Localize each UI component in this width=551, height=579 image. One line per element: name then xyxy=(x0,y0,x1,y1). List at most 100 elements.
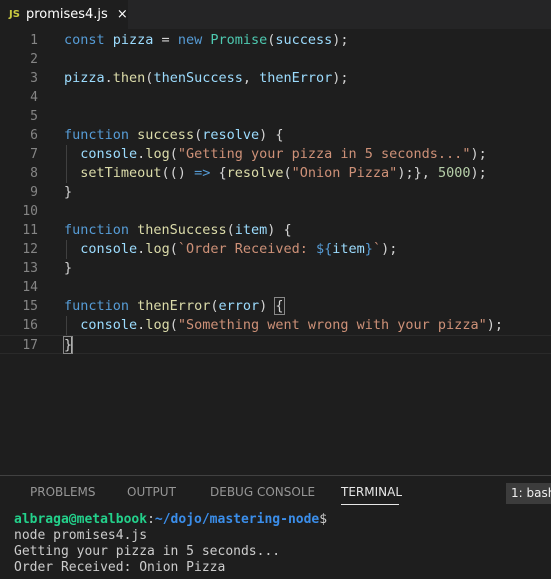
code-token: console xyxy=(80,146,138,162)
close-icon[interactable]: × xyxy=(117,7,128,22)
code-token: Promise xyxy=(210,32,268,48)
code-token: ` xyxy=(372,241,382,257)
code-token: ( xyxy=(226,222,235,238)
code-line[interactable]: 7 console.log("Getting your pizza in 5 s… xyxy=(0,145,551,164)
code-token: ${ xyxy=(316,241,333,257)
terminal-select[interactable]: 1: bash xyxy=(506,483,551,504)
tab-promises4-js[interactable]: JS promises4.js × xyxy=(0,0,128,29)
code-token: item xyxy=(332,241,365,257)
code-token: ( xyxy=(169,241,178,257)
code-line[interactable]: 3 pizza.then(thenSuccess, thenError); xyxy=(0,69,551,88)
code-line[interactable]: 2 xyxy=(0,50,551,69)
code-token: (() xyxy=(161,165,195,181)
code-token: ( xyxy=(169,317,178,333)
panel-tab-bar: PROBLEMS OUTPUT DEBUG CONSOLE TERMINAL 1… xyxy=(0,476,551,508)
code-token: error xyxy=(218,298,260,314)
code-token: log xyxy=(145,146,170,162)
line-number: 6 xyxy=(30,128,38,143)
code-line[interactable]: 9} xyxy=(0,183,551,202)
line-number: 15 xyxy=(22,299,38,314)
text-cursor xyxy=(71,337,74,353)
code-token: = xyxy=(153,32,178,48)
code-token: ); xyxy=(486,317,503,333)
code-line[interactable]: 16 console.log("Something went wrong wit… xyxy=(0,316,551,335)
code-token: function xyxy=(64,222,130,238)
terminal-user-host: albraga@metalbook xyxy=(14,512,148,527)
code-token: ) xyxy=(259,298,276,314)
code-token: then xyxy=(112,70,146,86)
line-number: 11 xyxy=(22,223,38,238)
tab-terminal[interactable]: TERMINAL xyxy=(341,485,402,499)
code-line[interactable]: 17} xyxy=(0,335,551,354)
terminal-path: ~/dojo/mastering-node xyxy=(154,512,320,527)
code-token: } xyxy=(364,241,373,257)
code-text: function thenError(error) { xyxy=(64,297,285,316)
code-line[interactable]: 8 setTimeout(() => {resolve("Onion Pizza… xyxy=(0,164,551,183)
terminal-line: Getting your pizza in 5 seconds... xyxy=(14,544,281,559)
line-number: 12 xyxy=(22,242,38,257)
bottom-panel: PROBLEMS OUTPUT DEBUG CONSOLE TERMINAL 1… xyxy=(0,475,551,579)
code-text: console.log(`Order Received: ${item}`); xyxy=(64,240,397,259)
code-line[interactable]: 11 function thenSuccess(item) { xyxy=(0,221,551,240)
code-line[interactable]: 6 function success(resolve) { xyxy=(0,126,551,145)
line-number: 10 xyxy=(22,204,38,219)
code-line[interactable]: 5 xyxy=(0,107,551,126)
code-line[interactable]: 15 function thenError(error) { xyxy=(0,297,551,316)
code-line[interactable]: 14 xyxy=(0,278,551,297)
line-number: 7 xyxy=(30,147,38,162)
tab-debug-console[interactable]: DEBUG CONSOLE xyxy=(210,485,315,499)
js-file-icon: JS xyxy=(9,9,20,20)
code-token: 5000 xyxy=(437,165,471,181)
line-number: 2 xyxy=(30,52,38,67)
line-number: 1 xyxy=(30,33,38,48)
code-token: => xyxy=(194,165,211,181)
line-number: 13 xyxy=(22,261,38,276)
code-token: } xyxy=(64,184,73,200)
code-line[interactable]: 12 console.log(`Order Received: ${item}`… xyxy=(0,240,551,259)
code-token: } xyxy=(64,260,73,276)
line-number: 8 xyxy=(30,166,38,181)
code-token: pizza xyxy=(112,32,154,48)
code-token: ) { xyxy=(259,127,284,143)
code-token: ( xyxy=(194,127,203,143)
line-number: 16 xyxy=(22,318,38,333)
code-editor[interactable]: 1 const pizza = new Promise(success); 2 3 pi… xyxy=(0,29,551,475)
code-token: ( xyxy=(169,146,178,162)
line-number: 14 xyxy=(22,280,38,295)
code-token: thenError xyxy=(259,70,333,86)
code-token: . xyxy=(104,70,113,86)
code-token: , xyxy=(242,70,260,86)
code-text: const pizza = new Promise(success); xyxy=(64,31,349,50)
code-token: "Something went wrong with your pizza" xyxy=(177,317,487,333)
terminal-line: node promises4.js xyxy=(14,528,148,543)
code-line[interactable]: 1 const pizza = new Promise(success); xyxy=(0,31,551,50)
terminal-output[interactable]: albraga@metalbook:~/dojo/mastering-node$… xyxy=(14,512,551,579)
code-token: );}, xyxy=(397,165,438,181)
tab-output[interactable]: OUTPUT xyxy=(127,485,176,499)
code-token: function xyxy=(64,127,130,143)
code-token: `Order Received: xyxy=(177,241,317,257)
code-token: "Onion Pizza" xyxy=(291,165,398,181)
code-text: function success(resolve) { xyxy=(64,126,284,145)
code-token: ); xyxy=(470,165,487,181)
code-token: ); xyxy=(332,32,349,48)
code-token: const xyxy=(64,32,105,48)
code-line[interactable]: 13} xyxy=(0,259,551,278)
code-line[interactable]: 4 xyxy=(0,88,551,107)
code-token: ) { xyxy=(267,222,292,238)
code-token: setTimeout xyxy=(80,165,162,181)
code-token: console xyxy=(80,241,138,257)
code-token: success xyxy=(137,127,195,143)
code-text: } xyxy=(64,259,72,278)
code-token: pizza xyxy=(64,70,105,86)
code-line[interactable]: 10 xyxy=(0,202,551,221)
code-token: console xyxy=(80,317,138,333)
code-text: } xyxy=(62,336,74,355)
active-tab-indicator xyxy=(341,504,399,505)
code-text: console.log("Getting your pizza in 5 sec… xyxy=(64,145,486,164)
tab-problems[interactable]: PROBLEMS xyxy=(30,485,96,499)
